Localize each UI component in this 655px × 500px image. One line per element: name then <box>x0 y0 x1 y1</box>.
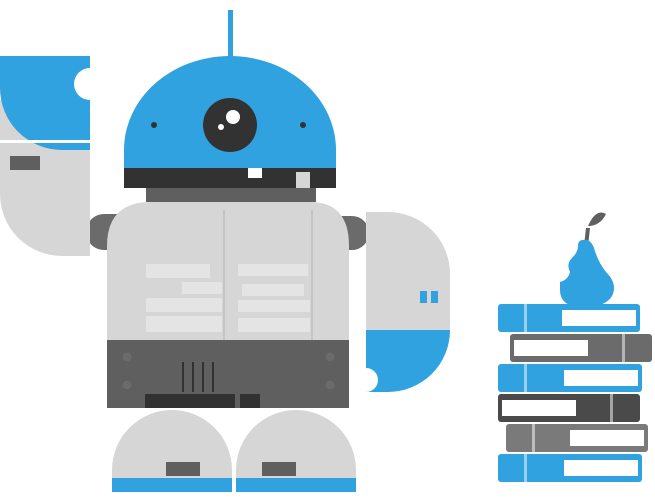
book-stack-icon <box>498 304 652 482</box>
robot-head-dot-left <box>151 122 157 128</box>
robot-bolt <box>325 380 335 390</box>
book-icon <box>498 394 640 422</box>
robot-belly-plate-right <box>240 394 260 408</box>
robot-bolt <box>325 352 335 362</box>
book-icon <box>506 424 648 452</box>
robot-icon <box>0 10 450 492</box>
robot-left-foot <box>112 410 232 492</box>
robot-eye-icon <box>203 98 257 152</box>
book-icon <box>498 454 642 482</box>
robot-right-arm <box>366 212 450 392</box>
book-icon <box>498 304 640 332</box>
robot-right-foot <box>236 410 356 492</box>
robot-left-arm <box>0 56 90 256</box>
book-icon <box>510 334 652 362</box>
robot-neck <box>146 188 316 202</box>
robot-bolt <box>122 380 132 390</box>
robot-head-base-notch <box>296 172 310 188</box>
robot-belly-plate <box>145 394 235 408</box>
robot-head-base-slot <box>248 168 262 178</box>
robot-with-books-illustration <box>0 10 652 492</box>
pear-icon <box>560 212 614 306</box>
robot-head-dot-right <box>300 122 306 128</box>
robot-bolt <box>122 352 132 362</box>
book-icon <box>498 364 642 392</box>
